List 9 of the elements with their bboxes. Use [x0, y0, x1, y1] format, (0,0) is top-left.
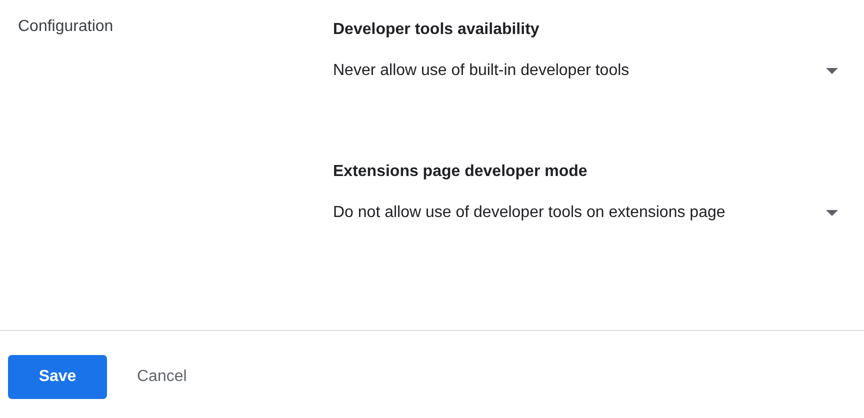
caret-icon — [826, 68, 838, 74]
section-label: Configuration — [18, 18, 114, 35]
save-button[interactable]: Save — [8, 355, 107, 399]
dropdown[interactable]: Do not allow use of developer tools on extensions page — [333, 204, 838, 222]
cancel-button[interactable]: Cancel — [117, 355, 207, 399]
setting-heading: Extensions page developer mode — [333, 163, 588, 182]
dropdown[interactable]: Never allow use of built-in developer tools — [333, 62, 838, 80]
caret-icon — [826, 210, 838, 216]
setting-heading: Developer tools availability — [333, 21, 540, 40]
